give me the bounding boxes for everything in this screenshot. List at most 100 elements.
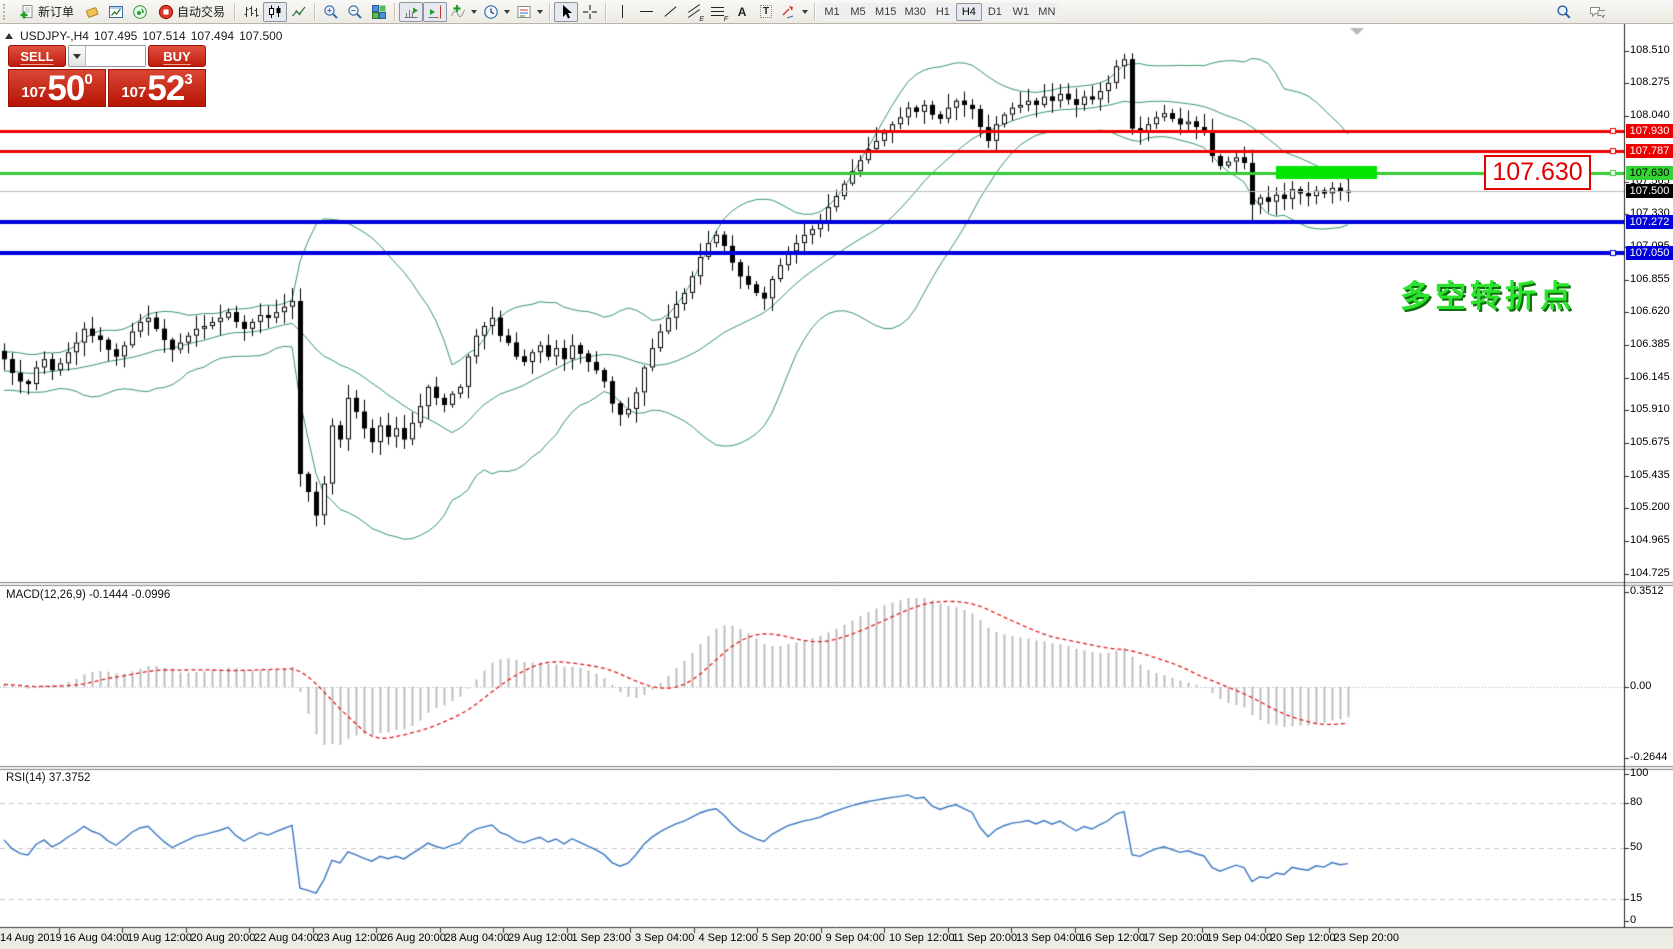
timeframe-button-w1[interactable]: W1: [1008, 3, 1034, 21]
toolbar-separator: [549, 3, 551, 21]
time-axis-label: 4 Sep 12:00: [699, 932, 758, 944]
metaeditor-button[interactable]: [80, 2, 104, 22]
timeframe-button-m15[interactable]: M15: [871, 3, 900, 21]
tile-windows-icon: [371, 4, 387, 20]
time-axis-label: 3 Sep 04:00: [635, 932, 694, 944]
new-chart-icon: [108, 4, 124, 20]
search-button[interactable]: [1552, 2, 1576, 22]
time-axis-label: 20 Sep 12:00: [1270, 932, 1335, 944]
timeframe-button-m30[interactable]: M30: [900, 3, 929, 21]
cursor-button[interactable]: [554, 2, 578, 22]
vertical-line-icon: [614, 4, 630, 20]
quote-high: 107.514: [142, 29, 185, 43]
macd-tick-label: 0.00: [1630, 680, 1651, 692]
fibonacci-tool-button[interactable]: F: [706, 2, 730, 22]
insert-group: [447, 0, 546, 24]
search-icon: [1556, 4, 1572, 20]
timeframe-button-mn[interactable]: MN: [1034, 3, 1060, 21]
zoom-out-button[interactable]: [343, 2, 367, 22]
time-axis-label: 26 Aug 20:00: [381, 932, 446, 944]
toolbar-grip[interactable]: [3, 4, 10, 20]
quote-low: 107.494: [191, 29, 234, 43]
turning-point-annotation[interactable]: 多空转折点: [1400, 271, 1575, 316]
new-chart-button[interactable]: [104, 2, 128, 22]
scroll-group: [399, 0, 447, 24]
caret-down-icon: [73, 54, 81, 59]
arrows-tool-button[interactable]: [778, 2, 811, 22]
mt4-terminal-window: 新订单 自动交易: [0, 0, 1673, 949]
toolbar-separator: [605, 3, 607, 21]
price-level-badge: 107.050: [1626, 246, 1673, 260]
axis-labels-overlay: 108.510108.275108.040107.565107.330107.0…: [0, 0, 1673, 949]
time-axis-label: 23 Sep 20:00: [1334, 932, 1399, 944]
trendline-tool-button[interactable]: [658, 2, 682, 22]
tile-windows-button[interactable]: [367, 2, 391, 22]
buy-button[interactable]: BUY: [148, 45, 206, 67]
label-tool-icon: T: [758, 4, 774, 20]
trendline-icon: [662, 4, 678, 20]
rsi-tick-label: 15: [1630, 892, 1642, 904]
time-axis-label: 17 Sep 20:00: [1143, 932, 1208, 944]
bar-chart-button[interactable]: [239, 2, 263, 22]
indicators-button[interactable]: [447, 2, 480, 22]
toolbar-separator: [814, 3, 816, 21]
auto-scroll-button[interactable]: [399, 2, 423, 22]
timeframe-button-m1[interactable]: M1: [819, 3, 845, 21]
price-level-badge: 107.787: [1626, 144, 1673, 158]
channel-tool-button[interactable]: E: [682, 2, 706, 22]
macd-tick-label: 0.3512: [1630, 585, 1664, 597]
signals-button[interactable]: [128, 2, 152, 22]
new-order-label: 新订单: [38, 3, 74, 20]
volume-input[interactable]: [86, 46, 146, 66]
buy-price-prefix: 107: [121, 84, 146, 101]
templates-button[interactable]: [513, 2, 546, 22]
templates-dropdown-caret: [537, 10, 543, 14]
sell-button[interactable]: SELL: [8, 45, 66, 67]
candlestick-chart-icon: [267, 4, 283, 20]
indicators-icon: [450, 4, 466, 20]
metaeditor-icon: [84, 4, 100, 20]
rsi-indicator-label: RSI(14) 37.3752: [6, 772, 90, 784]
price-tick-label: 108.275: [1630, 76, 1670, 88]
horizontal-line-icon: [638, 4, 654, 20]
price-annotation-box[interactable]: 107.630: [1484, 155, 1591, 190]
bar-chart-icon: [243, 4, 259, 20]
time-axis-label: 5 Sep 20:00: [762, 932, 821, 944]
vertical-line-tool-button[interactable]: [610, 2, 634, 22]
timeframe-button-h4[interactable]: H4: [956, 3, 982, 21]
indicators-dropdown-caret: [471, 10, 477, 14]
price-tick-label: 108.510: [1630, 44, 1670, 56]
chat-button[interactable]: [1585, 2, 1609, 22]
collapse-arrow-icon[interactable]: [5, 33, 13, 39]
price-tick-label: 105.910: [1630, 403, 1670, 415]
candlestick-chart-button[interactable]: [263, 2, 287, 22]
price-tick-label: 105.200: [1630, 501, 1670, 513]
crosshair-button[interactable]: [578, 2, 602, 22]
volume-decrease-button[interactable]: [69, 46, 86, 66]
price-tick-label: 105.675: [1630, 436, 1670, 448]
time-axis-label: 16 Sep 12:00: [1080, 932, 1145, 944]
horizontal-line-tool-button[interactable]: [634, 2, 658, 22]
timeframe-button-m5[interactable]: M5: [845, 3, 871, 21]
chat-icon: [1589, 4, 1605, 20]
new-order-button[interactable]: 新订单: [13, 2, 80, 22]
zoom-in-button[interactable]: [319, 2, 343, 22]
periods-button[interactable]: [480, 2, 513, 22]
time-axis-label: 20 Aug 20:00: [191, 932, 256, 944]
toolbar-right-icons: [1552, 2, 1609, 22]
text-tool-button[interactable]: A: [730, 2, 754, 22]
timeframe-button-h1[interactable]: H1: [930, 3, 956, 21]
new-order-icon: [19, 4, 35, 20]
label-tool-button[interactable]: T: [754, 2, 778, 22]
price-tick-label: 106.145: [1630, 371, 1670, 383]
sell-price-sup: 0: [84, 71, 92, 88]
autotrading-button[interactable]: 自动交易: [152, 2, 231, 22]
toolbar-separator: [314, 3, 316, 21]
time-axis-label: 19 Sep 04:00: [1207, 932, 1272, 944]
sell-price-button[interactable]: 107500: [8, 69, 106, 107]
buy-price-button[interactable]: 107523: [108, 69, 206, 107]
timeframe-button-d1[interactable]: D1: [982, 3, 1008, 21]
chart-shift-button[interactable]: [423, 2, 447, 22]
line-chart-button[interactable]: [287, 2, 311, 22]
volume-spinner: [68, 45, 146, 67]
